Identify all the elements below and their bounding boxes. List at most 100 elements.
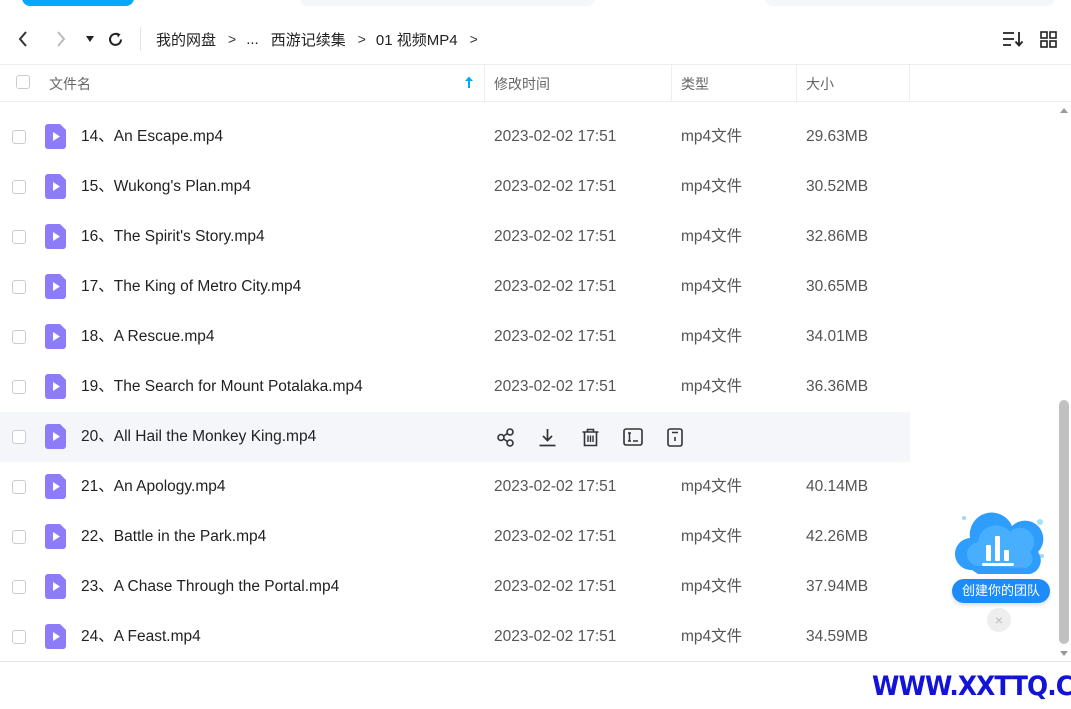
forward-button[interactable]	[52, 28, 70, 50]
table-row[interactable]: 19、The Search for Mount Potalaka.mp4 202…	[0, 362, 910, 412]
breadcrumb-current[interactable]: 01 视频MP4	[376, 29, 458, 50]
table-row[interactable]: 24、A Feast.mp4 2023-02-02 17:51 mp4文件 34…	[0, 612, 910, 662]
file-type: mp4文件	[681, 128, 743, 145]
row-checkbox[interactable]	[12, 580, 26, 594]
file-name[interactable]: 24、A Feast.mp4	[81, 612, 201, 662]
breadcrumb-separator: >	[357, 31, 366, 47]
cloud-chart-icon	[954, 512, 1044, 574]
file-modified-time: 2023-02-02 17:51	[494, 478, 617, 495]
row-checkbox[interactable]	[12, 380, 26, 394]
select-all-checkbox[interactable]	[16, 75, 30, 89]
table-header: 文件名 修改时间 类型 大小	[0, 64, 1071, 102]
refresh-button[interactable]	[105, 28, 125, 50]
row-checkbox[interactable]	[12, 280, 26, 294]
file-size: 34.59MB	[806, 628, 869, 645]
video-file-icon	[45, 124, 66, 149]
file-name[interactable]: 14、An Escape.mp4	[81, 112, 223, 162]
sort-ascending-indicator[interactable]	[463, 73, 475, 91]
file-size: 29.63MB	[806, 128, 869, 145]
file-name[interactable]: 23、A Chase Through the Portal.mp4	[81, 562, 339, 612]
video-file-icon	[45, 274, 66, 299]
video-file-icon	[45, 474, 66, 499]
file-name[interactable]: 16、The Spirit's Story.mp4	[81, 212, 265, 262]
row-checkbox[interactable]	[12, 130, 26, 144]
refresh-icon	[108, 32, 122, 46]
file-name[interactable]: 17、The King of Metro City.mp4	[81, 262, 301, 312]
share-button[interactable]	[494, 426, 516, 448]
grid-view-button[interactable]	[1038, 28, 1058, 50]
file-size: 40.14MB	[806, 478, 869, 495]
row-checkbox[interactable]	[12, 330, 26, 344]
scrollbar-thumb[interactable]	[1059, 400, 1069, 644]
row-checkbox[interactable]	[12, 630, 26, 644]
rename-button[interactable]	[622, 426, 644, 448]
table-row[interactable]: 18、A Rescue.mp4 2023-02-02 17:51 mp4文件 3…	[0, 312, 910, 362]
file-name[interactable]: 15、Wukong's Plan.mp4	[81, 162, 251, 212]
column-header-time[interactable]: 修改时间	[494, 65, 550, 101]
table-row[interactable]: 23、A Chase Through the Portal.mp4 2023-0…	[0, 562, 910, 612]
video-file-icon	[45, 424, 66, 449]
video-file-icon	[45, 374, 66, 399]
column-header-size[interactable]: 大小	[806, 65, 834, 101]
table-row[interactable]: 14、An Escape.mp4 2023-02-02 17:51 mp4文件 …	[0, 112, 910, 162]
file-name[interactable]: 22、Battle in the Park.mp4	[81, 512, 266, 562]
file-size: 32.86MB	[806, 228, 869, 245]
file-name[interactable]: 20、All Hail the Monkey King.mp4	[81, 412, 316, 462]
file-name[interactable]: 21、An Apology.mp4	[81, 462, 225, 512]
file-name[interactable]: 18、A Rescue.mp4	[81, 312, 215, 362]
file-modified-time: 2023-02-02 17:51	[494, 278, 617, 295]
toolbar-input-1[interactable]	[300, 0, 595, 6]
rename-icon	[622, 428, 643, 446]
delete-button[interactable]	[579, 426, 601, 448]
file-size: 30.52MB	[806, 178, 869, 195]
table-row[interactable]: 15、Wukong's Plan.mp4 2023-02-02 17:51 mp…	[0, 162, 910, 212]
breadcrumb-ellipsis[interactable]: ...	[246, 31, 259, 48]
scroll-down-arrow[interactable]	[1060, 651, 1068, 656]
divider	[0, 661, 1071, 662]
file-size: 36.36MB	[806, 378, 869, 395]
table-row[interactable]: 21、An Apology.mp4 2023-02-02 17:51 mp4文件…	[0, 462, 910, 512]
row-checkbox[interactable]	[12, 530, 26, 544]
row-actions	[494, 426, 707, 448]
file-name[interactable]: 19、The Search for Mount Potalaka.mp4	[81, 362, 363, 412]
upload-button[interactable]	[22, 0, 134, 6]
video-file-icon	[45, 224, 66, 249]
sort-button[interactable]	[1001, 28, 1025, 50]
chevron-left-icon	[18, 31, 27, 47]
file-modified-time: 2023-02-02 17:51	[494, 328, 617, 345]
row-checkbox[interactable]	[12, 230, 26, 244]
arrow-up-icon	[465, 76, 473, 88]
more-button[interactable]	[664, 426, 686, 448]
breadcrumb-folder[interactable]: 西游记续集	[271, 29, 346, 50]
column-header-name[interactable]: 文件名	[49, 65, 91, 101]
back-button[interactable]	[14, 28, 32, 50]
breadcrumb-root[interactable]: 我的网盘	[156, 29, 216, 50]
download-button[interactable]	[537, 426, 559, 448]
search-box[interactable]	[765, 0, 1055, 6]
file-type: mp4文件	[681, 578, 743, 595]
divider	[140, 27, 141, 51]
create-team-label[interactable]: 创建你的团队	[952, 579, 1050, 603]
row-checkbox[interactable]	[12, 430, 26, 444]
table-row[interactable]: 22、Battle in the Park.mp4 2023-02-02 17:…	[0, 512, 910, 562]
video-file-icon	[45, 174, 66, 199]
column-divider	[796, 65, 797, 101]
table-row[interactable]: 17、The King of Metro City.mp4 2023-02-02…	[0, 262, 910, 312]
close-icon[interactable]: ×	[987, 608, 1011, 632]
create-team-widget[interactable]: 创建你的团队 ×	[950, 512, 1054, 632]
file-modified-time: 2023-02-02 17:51	[494, 128, 617, 145]
download-icon	[539, 428, 556, 446]
scroll-up-arrow[interactable]	[1060, 108, 1068, 113]
file-type: mp4文件	[681, 228, 743, 245]
history-dropdown-button[interactable]	[84, 28, 96, 50]
file-size: 34.01MB	[806, 328, 869, 345]
column-divider	[671, 65, 672, 101]
row-checkbox[interactable]	[12, 180, 26, 194]
column-divider	[909, 65, 910, 101]
row-checkbox[interactable]	[12, 480, 26, 494]
watermark: WWW.XXTTQ.COM	[872, 671, 1071, 702]
table-row[interactable]: 16、The Spirit's Story.mp4 2023-02-02 17:…	[0, 212, 910, 262]
column-header-type[interactable]: 类型	[681, 65, 709, 101]
file-type: mp4文件	[681, 628, 743, 645]
table-row-hovered[interactable]: 20、All Hail the Monkey King.mp4	[0, 412, 910, 462]
